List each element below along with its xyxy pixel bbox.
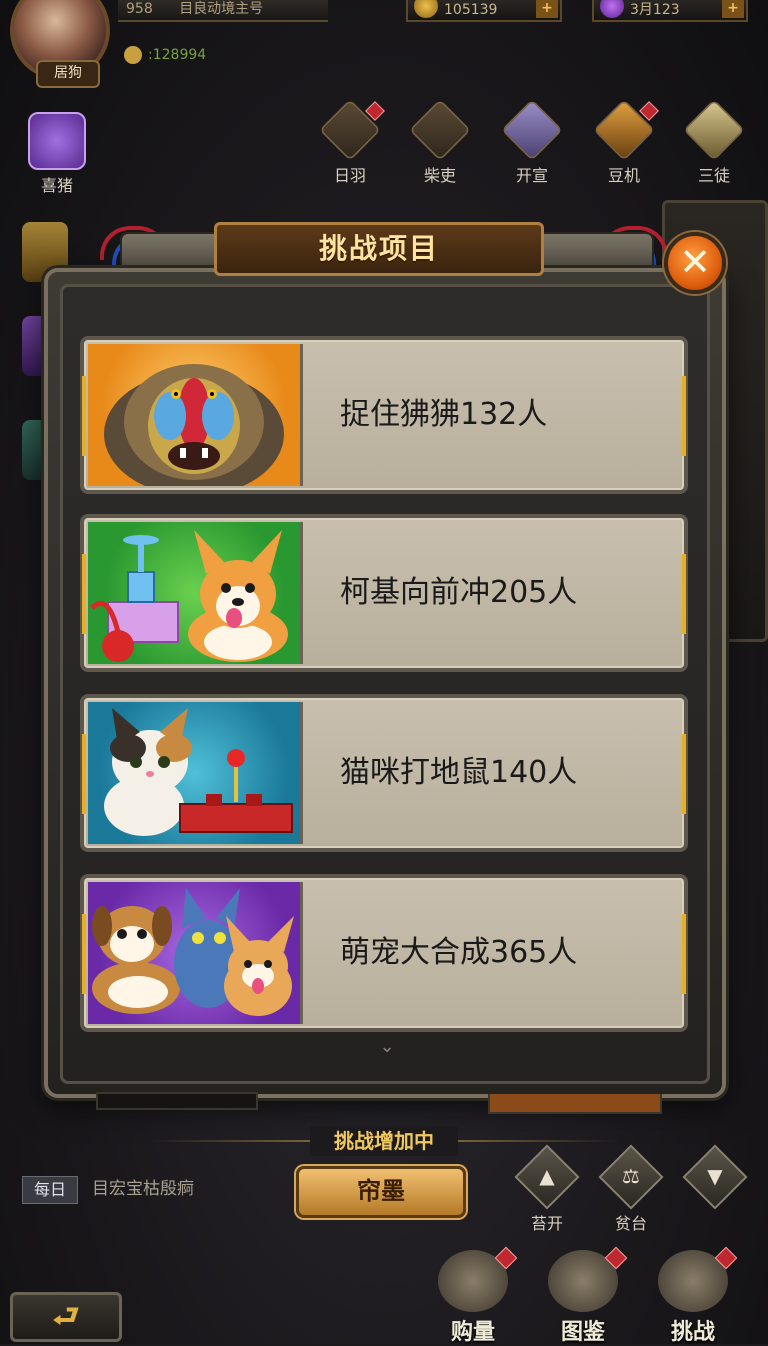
mandrill-icon xyxy=(88,344,303,486)
power-icon xyxy=(124,46,142,64)
challenge-item-mandrill[interactable]: 捉住狒狒132人 xyxy=(80,336,688,494)
gem-resource: 3月123 + xyxy=(592,0,748,22)
daily-text: 目宏宝枯殷痾 xyxy=(92,1179,194,1199)
close-icon: ✕ xyxy=(679,240,711,284)
gold-resource: 105139 + xyxy=(406,0,562,22)
challenge-item-corgi[interactable]: 柯基向前冲205人 xyxy=(80,514,688,672)
left-feature-label: 喜猪 xyxy=(40,176,73,195)
modal-title: 挑战项目 xyxy=(214,222,544,276)
player-level: 958 xyxy=(126,1,153,17)
add-gold-button[interactable]: + xyxy=(536,0,558,18)
challenge-label: 柯基向前冲205人 xyxy=(340,575,578,610)
arrow-down-icon: ▼ xyxy=(707,1164,723,1188)
underlay-plate-orange xyxy=(488,1094,662,1114)
card-accent xyxy=(682,376,686,456)
gold-coin-icon xyxy=(414,0,438,18)
scroll-more-chevron-icon[interactable]: ⌄ xyxy=(376,1038,398,1056)
wagon-icon xyxy=(409,99,471,161)
card-accent xyxy=(82,554,86,634)
scroll-icon xyxy=(501,99,563,161)
butterfly-icon xyxy=(683,99,745,161)
close-button[interactable]: ✕ xyxy=(664,232,726,294)
card-accent xyxy=(682,554,686,634)
challenge-item-cat[interactable]: 猫咪打地鼠140人 xyxy=(80,694,688,852)
gem-icon xyxy=(600,0,624,18)
back-arrow-icon: ⮐ xyxy=(52,1299,80,1334)
feature-douji[interactable]: 豆机 xyxy=(586,99,662,186)
down-button[interactable]: ▼ xyxy=(682,1144,748,1210)
pets-icon xyxy=(88,882,303,1024)
corgi-icon xyxy=(88,522,303,664)
underlay-plate xyxy=(96,1092,258,1110)
card-accent xyxy=(82,376,86,456)
gold-value: 105139 xyxy=(444,2,498,18)
left-feature-xizhu[interactable]: 喜猪 xyxy=(18,112,96,196)
challenge-item-pets[interactable]: 萌宠大合成365人 xyxy=(80,874,688,1032)
player-name: 目良动境主号 xyxy=(179,1,264,17)
cat-icon xyxy=(88,702,303,844)
main-action-button[interactable]: 帘墨 xyxy=(296,1166,466,1218)
card-accent xyxy=(682,734,686,814)
power-display: :128994 xyxy=(124,44,274,66)
up-button[interactable]: ▲ 苔开 xyxy=(514,1144,580,1234)
challenge-label: 捉住狒狒132人 xyxy=(340,397,548,432)
add-gem-button[interactable]: + xyxy=(722,0,744,18)
challenge-label: 萌宠大合成365人 xyxy=(340,935,578,970)
card-accent xyxy=(82,914,86,994)
player-info-strip: 958 目良动境主号 xyxy=(118,0,328,22)
feature-santu[interactable]: 三徒 xyxy=(676,99,752,186)
purple-emblem-icon xyxy=(28,112,86,170)
mid-button[interactable]: ⚖ 贫台 xyxy=(598,1144,664,1234)
feature-riyu[interactable]: 日羽 xyxy=(312,99,388,186)
avatar-label: 居狗 xyxy=(36,60,100,88)
challenge-label: 猫咪打地鼠140人 xyxy=(340,755,578,790)
nav-tujian[interactable]: 图鉴 xyxy=(538,1246,628,1345)
nav-goumai[interactable]: 购量 xyxy=(428,1246,518,1345)
arrow-up-icon: ▲ xyxy=(539,1164,555,1188)
daily-tag: 每日 xyxy=(22,1176,78,1204)
nav-tiaozhan[interactable]: 挑战 xyxy=(648,1246,738,1345)
gem-value: 3月123 xyxy=(630,2,680,18)
back-button[interactable]: ⮐ xyxy=(10,1292,122,1342)
power-value: :128994 xyxy=(148,47,207,63)
feature-chaili[interactable]: 柴吏 xyxy=(402,99,478,186)
card-accent xyxy=(82,734,86,814)
feature-kaixuan[interactable]: 开宣 xyxy=(494,99,570,186)
top-bar: 居狗 958 目良动境主号 :128994 105139 + 3月123 + xyxy=(0,0,768,90)
card-accent xyxy=(682,914,686,994)
challenge-status: 挑战增加中 xyxy=(310,1126,458,1156)
scales-icon: ⚖ xyxy=(622,1164,640,1188)
